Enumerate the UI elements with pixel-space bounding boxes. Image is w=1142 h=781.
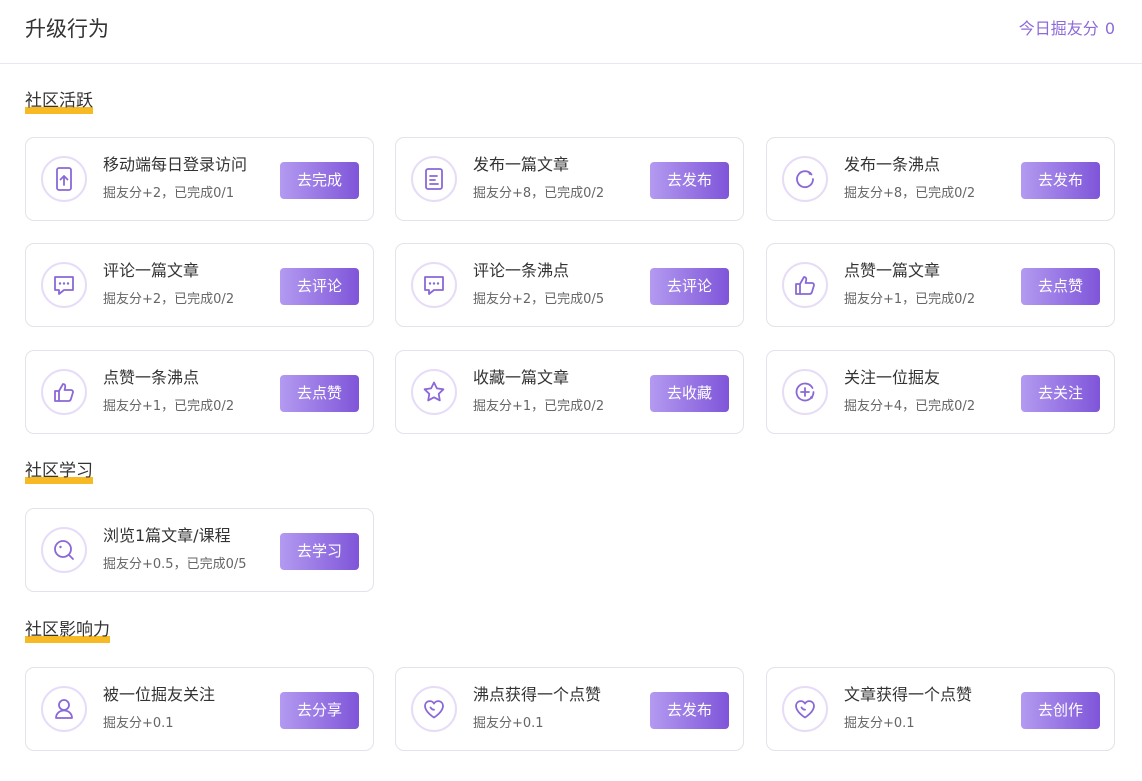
heart-icon (411, 686, 457, 732)
task-button[interactable]: 去发布 (650, 692, 729, 729)
task-title: 被一位掘友关注 (103, 685, 216, 704)
user-icon (41, 686, 87, 732)
task-title: 浏览1篇文章/课程 (103, 526, 231, 545)
task-desc: 掘友分+2，已完成0/5 (473, 292, 605, 307)
task-desc: 掘友分+8，已完成0/2 (473, 186, 605, 201)
task-desc: 掘友分+2，已完成0/1 (103, 186, 235, 201)
task-button[interactable]: 去评论 (280, 268, 359, 305)
task-card: 发布一条沸点 掘友分+8，已完成0/2 去发布 (766, 137, 1115, 221)
task-desc: 掘友分+2，已完成0/2 (103, 292, 235, 307)
task-card: 评论一篇文章 掘友分+2，已完成0/2 去评论 (25, 243, 374, 327)
task-card: 沸点获得一个点赞 掘友分+0.1 去发布 (395, 667, 744, 751)
task-button[interactable]: 去关注 (1021, 375, 1100, 412)
task-title: 发布一篇文章 (473, 155, 570, 174)
section-title-activity: 社区活跃 (25, 90, 93, 114)
task-card: 收藏一篇文章 掘友分+1，已完成0/2 去收藏 (395, 350, 744, 434)
task-card: 关注一位掘友 掘友分+4，已完成0/2 去关注 (766, 350, 1115, 434)
page-title: 升级行为 (25, 17, 109, 41)
browse-icon (41, 527, 87, 573)
task-button[interactable]: 去学习 (280, 533, 359, 570)
follow-icon (782, 369, 828, 415)
task-desc: 掘友分+0.5，已完成0/5 (103, 557, 247, 572)
task-button[interactable]: 去完成 (280, 162, 359, 199)
section-title-influence: 社区影响力 (25, 619, 110, 643)
task-desc: 掘友分+1，已完成0/2 (844, 292, 976, 307)
task-title: 点赞一条沸点 (103, 368, 200, 387)
task-desc: 掘友分+0.1 (844, 716, 915, 731)
comment-icon (411, 262, 457, 308)
article-icon (411, 156, 457, 202)
heart-icon (782, 686, 828, 732)
task-card: 点赞一篇文章 掘友分+1，已完成0/2 去点赞 (766, 243, 1115, 327)
task-button[interactable]: 去点赞 (1021, 268, 1100, 305)
task-desc: 掘友分+8，已完成0/2 (844, 186, 976, 201)
task-card: 浏览1篇文章/课程 掘友分+0.5，已完成0/5 去学习 (25, 508, 374, 592)
task-title: 评论一条沸点 (473, 261, 570, 280)
task-desc: 掘友分+0.1 (103, 716, 174, 731)
comment-icon (41, 262, 87, 308)
section-title-learning: 社区学习 (25, 460, 93, 484)
task-button[interactable]: 去评论 (650, 268, 729, 305)
task-button[interactable]: 去点赞 (280, 375, 359, 412)
task-title: 发布一条沸点 (844, 155, 941, 174)
task-title: 沸点获得一个点赞 (473, 685, 602, 704)
task-card: 被一位掘友关注 掘友分+0.1 去分享 (25, 667, 374, 751)
star-icon (411, 369, 457, 415)
task-desc: 掘友分+1，已完成0/2 (473, 399, 605, 414)
thumbs-up-icon (41, 369, 87, 415)
task-button[interactable]: 去收藏 (650, 375, 729, 412)
task-card: 文章获得一个点赞 掘友分+0.1 去创作 (766, 667, 1115, 751)
task-card: 移动端每日登录访问 掘友分+2，已完成0/1 去完成 (25, 137, 374, 221)
task-title: 关注一位掘友 (844, 368, 941, 387)
task-title: 点赞一篇文章 (844, 261, 941, 280)
task-card: 评论一条沸点 掘友分+2，已完成0/5 去评论 (395, 243, 744, 327)
task-title: 移动端每日登录访问 (103, 155, 248, 174)
task-button[interactable]: 去发布 (1021, 162, 1100, 199)
task-title: 评论一篇文章 (103, 261, 200, 280)
task-card: 点赞一条沸点 掘友分+1，已完成0/2 去点赞 (25, 350, 374, 434)
task-desc: 掘友分+0.1 (473, 716, 544, 731)
task-title: 文章获得一个点赞 (844, 685, 973, 704)
today-score: 今日掘友分 0 (1019, 18, 1115, 40)
task-button[interactable]: 去分享 (280, 692, 359, 729)
today-score-value: 0 (1104, 19, 1115, 38)
task-title: 收藏一篇文章 (473, 368, 570, 387)
task-button[interactable]: 去发布 (650, 162, 729, 199)
task-button[interactable]: 去创作 (1021, 692, 1100, 729)
task-desc: 掘友分+4，已完成0/2 (844, 399, 976, 414)
thumbs-up-icon (782, 262, 828, 308)
pin-icon (782, 156, 828, 202)
task-desc: 掘友分+1，已完成0/2 (103, 399, 235, 414)
today-score-label: 今日掘友分 (1018, 19, 1099, 38)
phone-login-icon (41, 156, 87, 202)
task-card: 发布一篇文章 掘友分+8，已完成0/2 去发布 (395, 137, 744, 221)
page-header: 升级行为 今日掘友分 0 (0, 0, 1142, 64)
